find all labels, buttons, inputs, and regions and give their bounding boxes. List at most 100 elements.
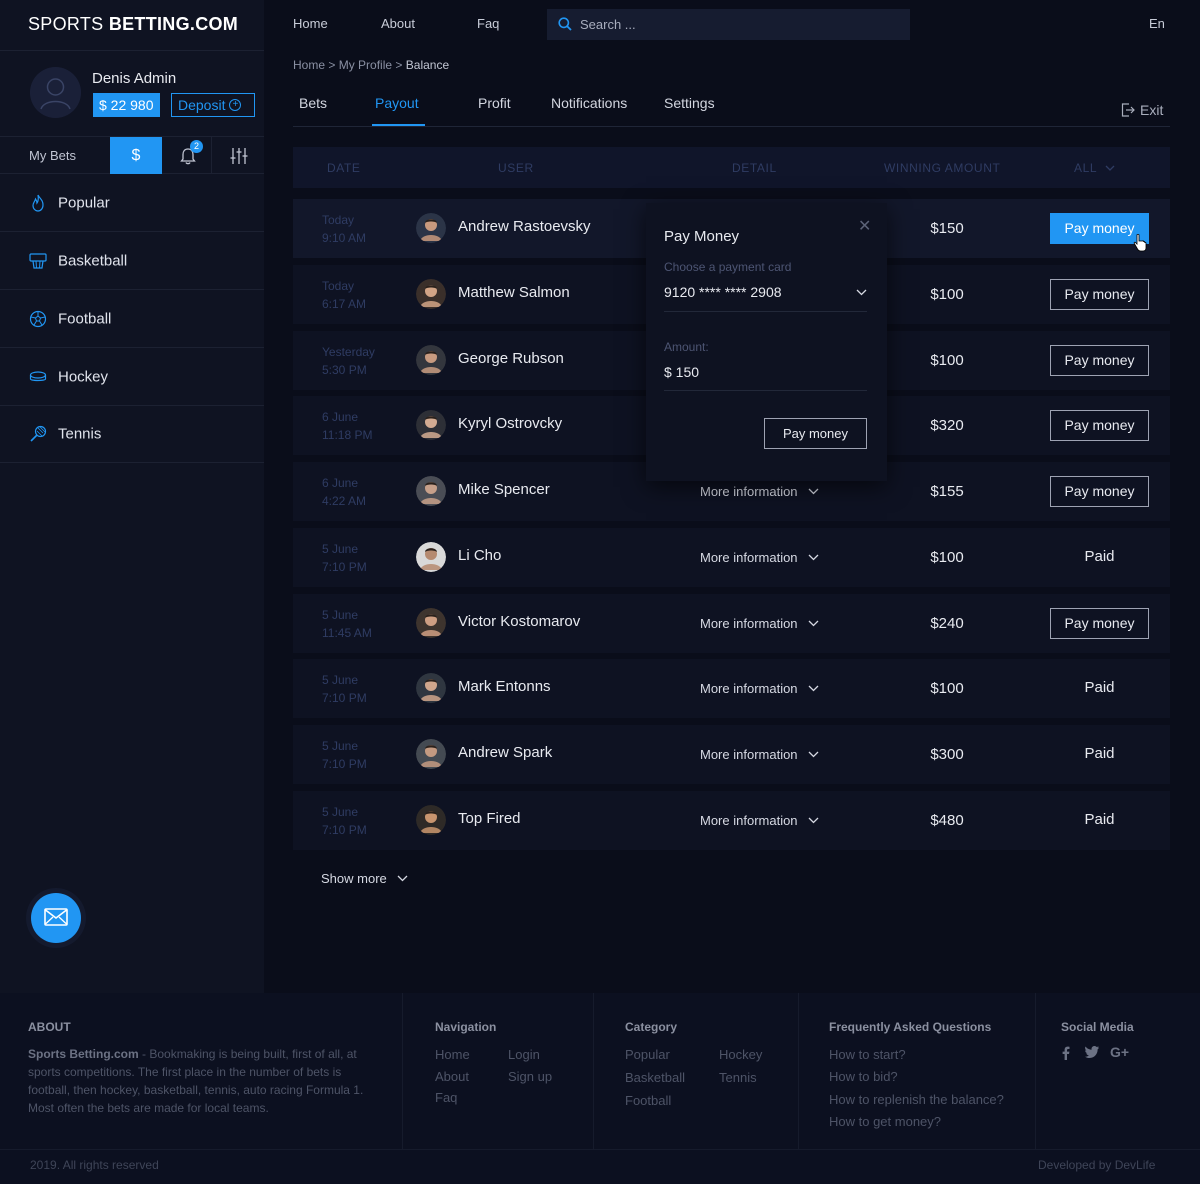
footer-link-login[interactable]: Login <box>508 1047 540 1062</box>
user-name[interactable]: Matthew Salmon <box>458 284 570 301</box>
amount-label: Amount: <box>664 340 709 354</box>
sidebar-item-popular[interactable]: Popular <box>0 175 264 232</box>
breadcrumb-home[interactable]: Home <box>293 58 325 72</box>
footer-faq-replenish[interactable]: How to replenish the balance? <box>829 1092 1004 1107</box>
footer-link-tennis[interactable]: Tennis <box>719 1070 757 1085</box>
mail-button[interactable] <box>31 893 81 943</box>
twitter-icon[interactable] <box>1085 1046 1099 1061</box>
tennis-racket-icon <box>30 425 47 442</box>
footer-link-about[interactable]: About <box>435 1069 469 1084</box>
more-information-dropdown[interactable]: More information <box>700 681 819 696</box>
chevron-down-icon <box>808 620 819 627</box>
footer-link-football[interactable]: Football <box>625 1093 671 1108</box>
user-avatar[interactable] <box>416 410 446 440</box>
user-avatar[interactable] <box>416 673 446 703</box>
paid-status: Paid <box>1084 745 1115 762</box>
avatar[interactable] <box>30 67 81 118</box>
search-input[interactable] <box>580 9 900 40</box>
tab-my-bets[interactable]: My Bets <box>0 137 110 174</box>
footer: ABOUT Sports Betting.com - Bookmaking is… <box>0 993 1200 1184</box>
tab-balance[interactable]: $ <box>110 137 162 174</box>
footer-nav-title: Navigation <box>435 1020 497 1034</box>
pay-money-button[interactable]: Pay money <box>1050 476 1149 507</box>
more-information-dropdown[interactable]: More information <box>700 484 819 499</box>
tab-settings[interactable]: Settings <box>664 95 715 111</box>
language-selector[interactable]: En <box>1149 16 1165 31</box>
pay-money-button[interactable]: Pay money <box>1050 608 1149 639</box>
footer-link-popular[interactable]: Popular <box>625 1047 670 1062</box>
popup-pay-button[interactable]: Pay money <box>764 418 867 449</box>
show-more-button[interactable]: Show more <box>321 871 408 886</box>
tab-notifications[interactable]: 2 <box>162 137 212 174</box>
more-information-dropdown[interactable]: More information <box>700 747 819 762</box>
user-name[interactable]: Mike Spencer <box>458 481 550 498</box>
user-name[interactable]: George Rubson <box>458 350 564 367</box>
user-name[interactable]: Mark Entonns <box>458 678 551 695</box>
pay-money-button[interactable]: Pay money <box>1050 279 1149 310</box>
row-date: 5 June 11:45 AM <box>322 608 372 640</box>
footer-about-text: Sports Betting.com - Bookmaking is being… <box>28 1047 364 1115</box>
deposit-button[interactable]: Deposit + <box>171 93 255 117</box>
footer-link-basketball[interactable]: Basketball <box>625 1070 685 1085</box>
tab-payout[interactable]: Payout <box>375 95 419 111</box>
header-filter-dropdown[interactable]: ALL <box>1074 161 1115 175</box>
chevron-down-icon <box>808 554 819 561</box>
chevron-down-icon <box>808 488 819 495</box>
amount-field[interactable]: $ 150 <box>664 364 699 380</box>
breadcrumb-profile[interactable]: My Profile <box>339 58 392 72</box>
chevron-down-icon <box>1105 165 1115 171</box>
footer-link-signup[interactable]: Sign up <box>508 1069 552 1084</box>
card-select[interactable]: 9120 **** **** 2908 <box>664 284 867 300</box>
user-avatar[interactable] <box>416 213 446 243</box>
row-date: 6 June 11:18 PM <box>322 410 373 442</box>
user-name[interactable]: Li Cho <box>458 547 501 564</box>
footer-faq-money[interactable]: How to get money? <box>829 1114 941 1129</box>
sidebar: Sports Betting.com Denis Admin $ 22 980 … <box>0 0 264 993</box>
tab-bets[interactable]: Bets <box>299 95 327 111</box>
sidebar-item-hockey[interactable]: Hockey <box>0 349 264 406</box>
user-avatar[interactable] <box>416 739 446 769</box>
sidebar-item-basketball[interactable]: Basketball <box>0 233 264 290</box>
paid-status: Paid <box>1084 679 1115 696</box>
more-information-dropdown[interactable]: More information <box>700 813 819 828</box>
user-avatar[interactable] <box>416 542 446 572</box>
close-icon[interactable]: ✕ <box>858 216 871 236</box>
nav-about[interactable]: About <box>381 16 415 31</box>
user-avatar[interactable] <box>416 608 446 638</box>
cursor-pointer-icon <box>1133 233 1147 252</box>
paid-status: Paid <box>1084 811 1115 828</box>
tab-profit[interactable]: Profit <box>478 95 511 111</box>
google-plus-icon[interactable]: G+ <box>1110 1044 1129 1060</box>
table-row: 5 June 7:10 PM Li Cho More information $100 P… <box>293 528 1170 587</box>
user-avatar[interactable] <box>416 279 446 309</box>
user-avatar[interactable] <box>416 345 446 375</box>
user-avatar[interactable] <box>416 476 446 506</box>
nav-home[interactable]: Home <box>293 16 328 31</box>
divider <box>664 390 867 391</box>
user-name[interactable]: Andrew Spark <box>458 744 552 761</box>
footer-link-home[interactable]: Home <box>435 1047 470 1062</box>
facebook-icon[interactable] <box>1062 1046 1070 1063</box>
more-information-dropdown[interactable]: More information <box>700 550 819 565</box>
search-icon <box>558 17 572 31</box>
tab-notifications[interactable]: Notifications <box>551 95 627 111</box>
more-information-dropdown[interactable]: More information <box>700 616 819 631</box>
table-header: DATE USER DETAIL WINNING AMOUNT ALL <box>293 147 1170 188</box>
exit-button[interactable]: Exit <box>1121 102 1163 118</box>
pay-money-button[interactable]: Pay money <box>1050 345 1149 376</box>
user-name[interactable]: Top Fired <box>458 810 521 827</box>
brand-logo[interactable]: Sports Betting.com <box>28 14 238 35</box>
user-name[interactable]: Victor Kostomarov <box>458 613 580 630</box>
tab-filters[interactable] <box>212 137 264 174</box>
footer-faq-start[interactable]: How to start? <box>829 1047 906 1062</box>
sidebar-item-tennis[interactable]: Tennis <box>0 406 264 463</box>
user-name[interactable]: Andrew Rastoevsky <box>458 218 591 235</box>
footer-faq-bid[interactable]: How to bid? <box>829 1069 898 1084</box>
sidebar-item-football[interactable]: Football <box>0 291 264 348</box>
footer-link-faq[interactable]: Faq <box>435 1090 457 1105</box>
footer-link-hockey[interactable]: Hockey <box>719 1047 762 1062</box>
user-avatar[interactable] <box>416 805 446 835</box>
pay-money-button[interactable]: Pay money <box>1050 410 1149 441</box>
nav-faq[interactable]: Faq <box>477 16 499 31</box>
user-name[interactable]: Kyryl Ostrovcky <box>458 415 562 432</box>
